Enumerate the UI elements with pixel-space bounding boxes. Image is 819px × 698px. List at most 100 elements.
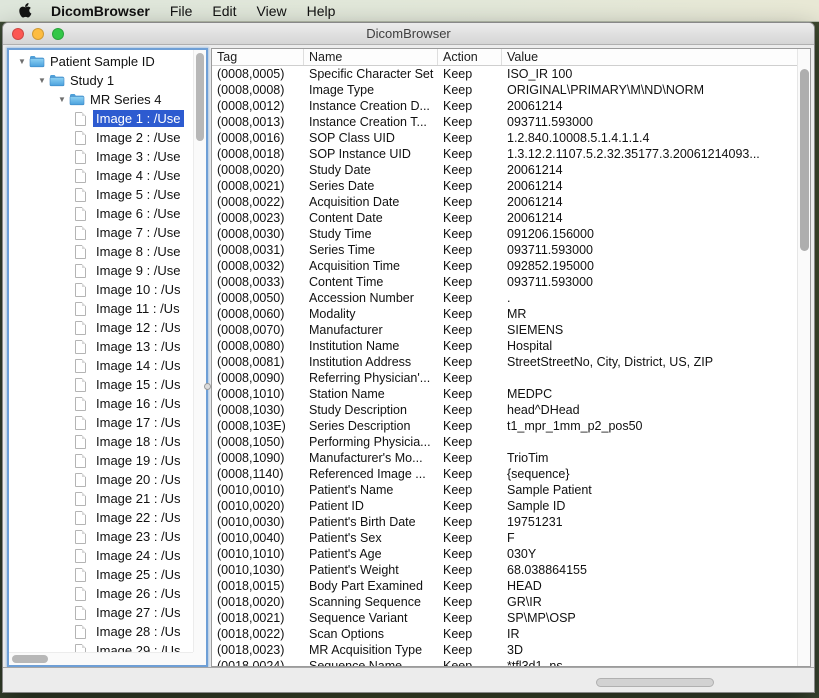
tree-node-image-16[interactable]: Image 16 : /Us <box>9 394 193 413</box>
table-row[interactable]: (0008,1030)Study DescriptionKeephead^DHe… <box>212 402 797 418</box>
close-button[interactable] <box>12 28 24 40</box>
table-row[interactable]: (0008,0005)Specific Character SetKeepISO… <box>212 66 797 82</box>
tree-node-image-27[interactable]: Image 27 : /Us <box>9 603 193 622</box>
title-bar[interactable]: DicomBrowser <box>3 23 814 45</box>
table-row[interactable]: (0008,0050)Accession NumberKeep. <box>212 290 797 306</box>
table-row[interactable]: (0018,0023)MR Acquisition TypeKeep3D <box>212 642 797 658</box>
tree-node-patient-sample-id[interactable]: ▼Patient Sample ID <box>9 52 193 71</box>
cell-value: 1.2.840.10008.5.1.4.1.1.4 <box>502 130 797 146</box>
disclosure-triangle-icon[interactable]: ▼ <box>55 95 69 104</box>
table-row[interactable]: (0010,0010)Patient's NameKeepSample Pati… <box>212 482 797 498</box>
split-pane-divider-handle[interactable] <box>204 383 211 390</box>
column-header-action[interactable]: Action <box>438 49 502 65</box>
tree-node-image-28[interactable]: Image 28 : /Us <box>9 622 193 641</box>
table-row[interactable]: (0010,1030)Patient's WeightKeep68.038864… <box>212 562 797 578</box>
table-row[interactable]: (0008,0012)Instance Creation D...Keep200… <box>212 98 797 114</box>
disclosure-triangle-icon[interactable]: ▼ <box>35 76 49 85</box>
menu-edit[interactable]: Edit <box>202 0 246 22</box>
tree-node-image-21[interactable]: Image 21 : /Us <box>9 489 193 508</box>
tree-node-image-15[interactable]: Image 15 : /Us <box>9 375 193 394</box>
menu-file[interactable]: File <box>160 0 203 22</box>
tree-node-image-12[interactable]: Image 12 : /Us <box>9 318 193 337</box>
tree-node-image-19[interactable]: Image 19 : /Us <box>9 451 193 470</box>
tree-vertical-scrollbar-thumb[interactable] <box>196 53 204 141</box>
tree-node-image-1[interactable]: Image 1 : /Use <box>9 109 193 128</box>
tree-node-image-9[interactable]: Image 9 : /Use <box>9 261 193 280</box>
tree-vertical-scrollbar[interactable] <box>193 50 206 652</box>
tree-node-image-13[interactable]: Image 13 : /Us <box>9 337 193 356</box>
tree-node-image-11[interactable]: Image 11 : /Us <box>9 299 193 318</box>
table-row[interactable]: (0008,0081)Institution AddressKeepStreet… <box>212 354 797 370</box>
disclosure-triangle-icon[interactable]: ▼ <box>15 57 29 66</box>
zoom-button[interactable] <box>52 28 64 40</box>
table-row[interactable]: (0008,0021)Series DateKeep20061214 <box>212 178 797 194</box>
table-row[interactable]: (0010,0020)Patient IDKeepSample ID <box>212 498 797 514</box>
table-row[interactable]: (0018,0024)Sequence NameKeep*tfl3d1_ns <box>212 658 797 666</box>
table-row[interactable]: (0008,0020)Study DateKeep20061214 <box>212 162 797 178</box>
table-row[interactable]: (0008,0030)Study TimeKeep091206.156000 <box>212 226 797 242</box>
table-row[interactable]: (0018,0020)Scanning SequenceKeepGR\IR <box>212 594 797 610</box>
table-row[interactable]: (0008,0090)Referring Physician'...Keep <box>212 370 797 386</box>
table-row[interactable]: (0010,0040)Patient's SexKeepF <box>212 530 797 546</box>
column-header-tag[interactable]: Tag <box>212 49 304 65</box>
tree-node-image-5[interactable]: Image 5 : /Use <box>9 185 193 204</box>
tree-node-image-29[interactable]: Image 29 : /Us <box>9 641 193 652</box>
tree-node-study-1[interactable]: ▼Study 1 <box>9 71 193 90</box>
tree-node-image-7[interactable]: Image 7 : /Use <box>9 223 193 242</box>
table-row[interactable]: (0008,0031)Series TimeKeep093711.593000 <box>212 242 797 258</box>
tree-node-image-2[interactable]: Image 2 : /Use <box>9 128 193 147</box>
table-vertical-scrollbar-thumb[interactable] <box>800 69 809 251</box>
cell-value: 092852.195000 <box>502 258 797 274</box>
tree-horizontal-scrollbar-thumb[interactable] <box>12 655 48 663</box>
document-icon <box>75 587 93 601</box>
table-row[interactable]: (0018,0021)Sequence VariantKeepSP\MP\OSP <box>212 610 797 626</box>
tree-node-label: Image 9 : /Use <box>93 262 184 279</box>
table-row[interactable]: (0008,1140)Referenced Image ...Keep{sequ… <box>212 466 797 482</box>
apple-icon[interactable] <box>19 3 32 18</box>
table-row[interactable]: (0008,103E)Series DescriptionKeept1_mpr_… <box>212 418 797 434</box>
table-row[interactable]: (0008,0016)SOP Class UIDKeep1.2.840.1000… <box>212 130 797 146</box>
table-row[interactable]: (0008,0022)Acquisition DateKeep20061214 <box>212 194 797 210</box>
tree-node-image-24[interactable]: Image 24 : /Us <box>9 546 193 565</box>
table-row[interactable]: (0010,1010)Patient's AgeKeep030Y <box>212 546 797 562</box>
table-row[interactable]: (0008,1050)Performing Physicia...Keep <box>212 434 797 450</box>
tree-node-image-20[interactable]: Image 20 : /Us <box>9 470 193 489</box>
table-row[interactable]: (0008,0033)Content TimeKeep093711.593000 <box>212 274 797 290</box>
table-row[interactable]: (0008,0018)SOP Instance UIDKeep1.3.12.2.… <box>212 146 797 162</box>
tree-node-image-26[interactable]: Image 26 : /Us <box>9 584 193 603</box>
tree-node-image-18[interactable]: Image 18 : /Us <box>9 432 193 451</box>
table-row[interactable]: (0010,0030)Patient's Birth DateKeep19751… <box>212 514 797 530</box>
table-horizontal-scrollbar-thumb[interactable] <box>596 678 714 687</box>
tree-node-image-22[interactable]: Image 22 : /Us <box>9 508 193 527</box>
table-row[interactable]: (0008,0023)Content DateKeep20061214 <box>212 210 797 226</box>
column-header-name[interactable]: Name <box>304 49 438 65</box>
tree-node-image-6[interactable]: Image 6 : /Use <box>9 204 193 223</box>
menu-app-name[interactable]: DicomBrowser <box>41 0 160 22</box>
tree-node-image-23[interactable]: Image 23 : /Us <box>9 527 193 546</box>
tree-node-image-3[interactable]: Image 3 : /Use <box>9 147 193 166</box>
cell-tag: (0008,1090) <box>212 450 304 466</box>
tree-node-image-4[interactable]: Image 4 : /Use <box>9 166 193 185</box>
table-row[interactable]: (0008,0008)Image TypeKeepORIGINAL\PRIMAR… <box>212 82 797 98</box>
tree-horizontal-scrollbar[interactable] <box>9 652 193 665</box>
menu-view[interactable]: View <box>247 0 297 22</box>
tree-node-image-14[interactable]: Image 14 : /Us <box>9 356 193 375</box>
table-row[interactable]: (0018,0015)Body Part ExaminedKeepHEAD <box>212 578 797 594</box>
table-row[interactable]: (0008,0060)ModalityKeepMR <box>212 306 797 322</box>
column-header-value[interactable]: Value <box>502 49 810 65</box>
table-row[interactable]: (0008,1090)Manufacturer's Mo...KeepTrioT… <box>212 450 797 466</box>
table-row[interactable]: (0008,0080)Institution NameKeepHospital <box>212 338 797 354</box>
minimize-button[interactable] <box>32 28 44 40</box>
table-row[interactable]: (0008,0032)Acquisition TimeKeep092852.19… <box>212 258 797 274</box>
table-row[interactable]: (0018,0022)Scan OptionsKeepIR <box>212 626 797 642</box>
tree-node-mr-series-4[interactable]: ▼MR Series 4 <box>9 90 193 109</box>
menu-help[interactable]: Help <box>297 0 346 22</box>
table-row[interactable]: (0008,0013)Instance Creation T...Keep093… <box>212 114 797 130</box>
tree-node-image-8[interactable]: Image 8 : /Use <box>9 242 193 261</box>
table-row[interactable]: (0008,1010)Station NameKeepMEDPC <box>212 386 797 402</box>
table-row[interactable]: (0008,0070)ManufacturerKeepSIEMENS <box>212 322 797 338</box>
tree-node-image-10[interactable]: Image 10 : /Us <box>9 280 193 299</box>
tree-node-image-17[interactable]: Image 17 : /Us <box>9 413 193 432</box>
table-vertical-scrollbar[interactable] <box>797 49 810 666</box>
tree-node-image-25[interactable]: Image 25 : /Us <box>9 565 193 584</box>
